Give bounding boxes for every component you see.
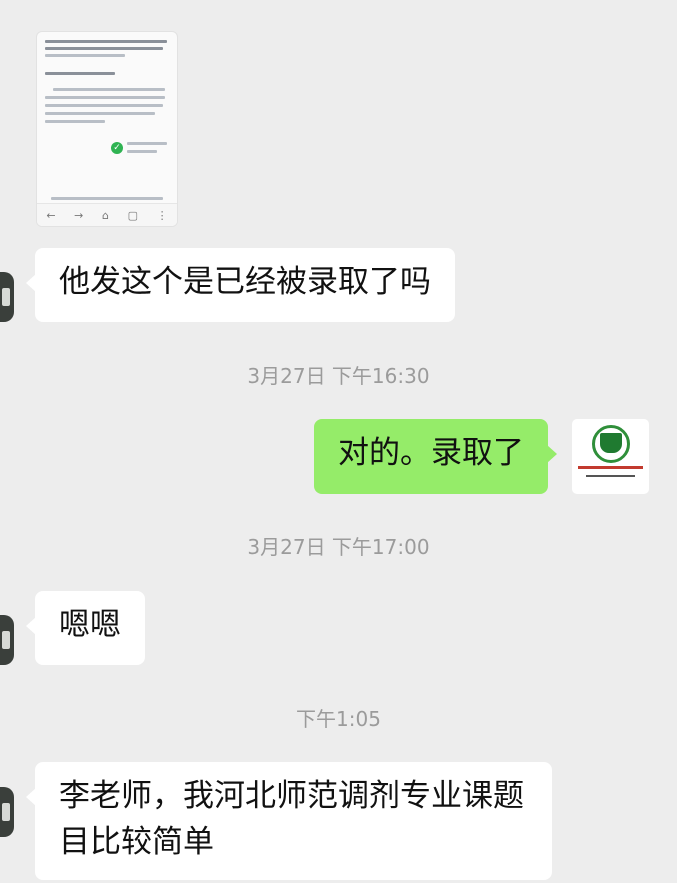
more-icon: ⋮ [156, 208, 168, 222]
timestamp: 3月27日 下午16:30 [247, 364, 430, 388]
message-bubble[interactable]: 李老师，我河北师范调剂专业课题目比较简单 [26, 762, 552, 880]
message-text: 对的。录取了 [338, 435, 524, 471]
verified-check-icon: ✓ [111, 142, 123, 154]
message-text: 嗯嗯 [59, 607, 121, 643]
message-bubble-self[interactable]: 对的。录取了 [314, 419, 557, 494]
home-icon: ⌂ [102, 208, 109, 222]
contact-avatar[interactable] [0, 787, 14, 837]
contact-avatar[interactable] [0, 615, 14, 665]
back-icon: ← [46, 208, 56, 222]
timestamp: 下午1:05 [296, 707, 381, 731]
tabs-icon: ▢ [127, 208, 139, 222]
contact-avatar[interactable] [0, 272, 14, 322]
self-avatar[interactable] [572, 419, 649, 494]
message-bubble[interactable]: 嗯嗯 [26, 591, 145, 665]
forward-icon: → [74, 208, 84, 222]
message-text: 李老师，我河北师范调剂专业课题目比较简单 [59, 778, 524, 860]
timestamp: 3月27日 下午17:00 [247, 535, 430, 559]
message-bubble[interactable]: 他发这个是已经被录取了吗 [26, 248, 455, 322]
message-text: 他发这个是已经被录取了吗 [59, 264, 431, 300]
image-message[interactable]: ✓ ← → ⌂ ▢ ⋮ [36, 31, 178, 227]
browser-nav-bar: ← → ⌂ ▢ ⋮ [37, 203, 177, 226]
